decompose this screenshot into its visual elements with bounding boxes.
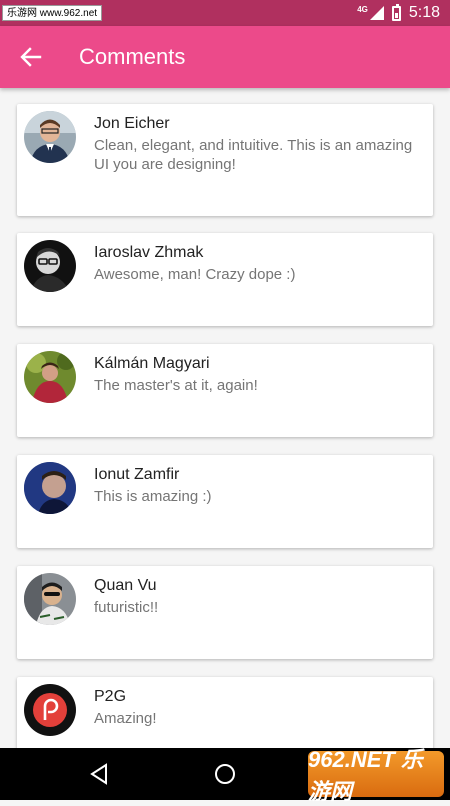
comment-text: Amazing! <box>94 710 157 727</box>
avatar[interactable] <box>24 111 76 163</box>
clock: 5:18 <box>408 4 440 21</box>
avatar[interactable] <box>24 573 76 625</box>
page-title: Comments <box>79 44 186 69</box>
arrow-left-icon <box>20 47 42 67</box>
circle-home-icon[interactable] <box>211 760 239 788</box>
comment-card[interactable]: Quan Vu futuristic!! <box>17 566 433 659</box>
comment-card[interactable]: P2G Amazing! <box>17 677 433 748</box>
comment-card[interactable]: Kálmán Magyari The master's at it, again… <box>17 344 433 437</box>
network-type-label: 4G <box>357 4 368 14</box>
watermark-logo: 962.NET 乐游网 <box>308 747 444 804</box>
signal-icon <box>369 6 384 20</box>
comment-author: Quan Vu <box>94 577 157 594</box>
comment-author: Iaroslav Zhmak <box>94 244 204 261</box>
comment-text: Clean, elegant, and intuitive. This is a… <box>94 137 413 173</box>
comment-card[interactable]: Iaroslav Zhmak Awesome, man! Crazy dope … <box>17 233 433 326</box>
status-icons: 4G 5:18 <box>357 0 440 26</box>
battery-icon <box>391 3 401 21</box>
system-nav-bar: 962.NET 乐游网 <box>0 747 450 804</box>
comment-author: Jon Eicher <box>94 115 170 132</box>
comment-author: Kálmán Magyari <box>94 355 210 372</box>
app-bar: Comments <box>0 26 450 88</box>
avatar[interactable] <box>24 351 76 403</box>
comment-text: This is amazing :) <box>94 488 212 505</box>
comment-author: Ionut Zamfir <box>94 466 180 483</box>
comment-list[interactable]: Jon Eicher Clean, elegant, and intuitive… <box>0 88 450 748</box>
comment-text: futuristic!! <box>94 599 159 616</box>
comment-card[interactable]: Jon Eicher Clean, elegant, and intuitive… <box>17 104 433 216</box>
comment-card[interactable]: Ionut Zamfir This is amazing :) <box>17 455 433 548</box>
watermark-site-label: 乐游网 www.962.net <box>2 5 103 21</box>
triangle-back-icon[interactable] <box>85 760 113 788</box>
comment-author: P2G <box>94 688 127 705</box>
comment-text: Awesome, man! Crazy dope :) <box>94 266 296 283</box>
back-button[interactable] <box>16 42 46 72</box>
status-bar: 乐游网 www.962.net 4G 5:18 <box>0 0 450 26</box>
avatar[interactable] <box>24 240 76 292</box>
avatar[interactable] <box>24 462 76 514</box>
avatar[interactable] <box>24 684 76 736</box>
comment-text: The master's at it, again! <box>94 377 258 394</box>
